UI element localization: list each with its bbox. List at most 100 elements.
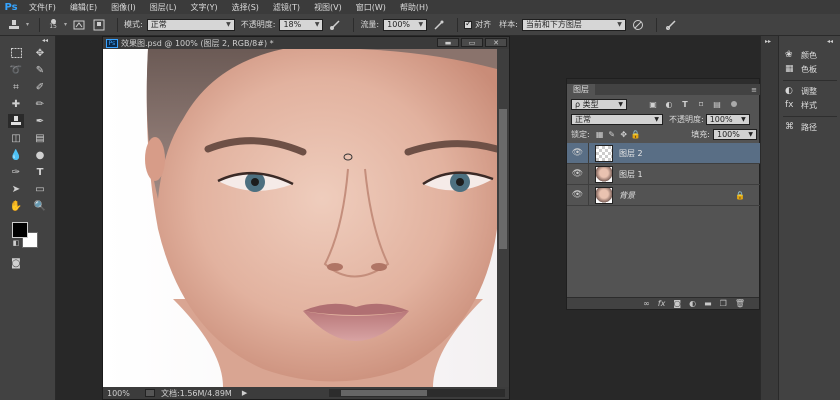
history-brush-tool-icon[interactable]: ✒	[32, 114, 48, 128]
layer-name[interactable]: 图层 1	[619, 169, 643, 180]
panel-adjustments[interactable]: ◐ 调整	[785, 84, 817, 98]
move-tool-icon[interactable]: ✥	[32, 46, 48, 60]
align-checkbox[interactable]: ✓	[464, 19, 473, 29]
horizontal-scrollbar[interactable]	[329, 389, 505, 397]
clone-stamp-tool-preset-icon[interactable]	[6, 18, 22, 32]
marquee-tool-icon[interactable]	[8, 46, 24, 60]
fill-input[interactable]: 100% ▼	[713, 128, 757, 140]
menu-image[interactable]: 图像(I)	[104, 2, 143, 13]
new-layer-icon[interactable]: ❐	[720, 299, 727, 308]
path-selection-tool-icon[interactable]: ➤	[8, 182, 24, 196]
blur-tool-icon[interactable]: 💧	[8, 148, 24, 162]
link-layers-icon[interactable]: ∞	[643, 299, 650, 308]
brush-tool-icon[interactable]: ✏	[32, 97, 48, 111]
lock-image-icon[interactable]: ✎	[606, 129, 618, 140]
eyedropper-tool-icon[interactable]: ✐	[32, 80, 48, 94]
layer-style-icon[interactable]: fx	[658, 299, 666, 308]
lasso-tool-icon[interactable]: ➰	[8, 63, 24, 77]
filter-pixel-icon[interactable]: ▣	[647, 99, 659, 110]
brush-panel-toggle-icon[interactable]	[71, 18, 87, 32]
panel-color[interactable]: ❀ 颜色	[785, 48, 817, 62]
clone-stamp-tool-icon[interactable]	[8, 114, 24, 128]
flow-input[interactable]: 100% ▼	[383, 18, 428, 31]
lock-all-icon[interactable]: 🔒	[630, 129, 642, 140]
lock-transparent-icon[interactable]: ▦	[594, 129, 606, 140]
layer-filter-select[interactable]: ρ 类型 ▼	[571, 98, 627, 110]
lock-position-icon[interactable]: ✥	[618, 129, 630, 140]
new-group-icon[interactable]: ▬	[704, 299, 712, 308]
blend-mode-select[interactable]: 正常 ▼	[571, 113, 663, 125]
layer-opacity-input[interactable]: 100% ▼	[705, 113, 750, 125]
status-menu-arrow-icon[interactable]: ▶	[242, 389, 247, 397]
new-adjustment-layer-icon[interactable]: ◐	[689, 299, 696, 308]
zoom-tool-icon[interactable]: 🔍	[32, 199, 48, 213]
layer-name[interactable]: 背景	[619, 190, 635, 201]
menu-layer[interactable]: 图层(L)	[143, 2, 184, 13]
eraser-tool-icon[interactable]: ◫	[8, 131, 24, 145]
ignore-adjustment-layers-icon[interactable]	[630, 18, 646, 32]
panel-swatches[interactable]: ▦ 色板	[785, 62, 817, 76]
collapse-toolbox-icon[interactable]: ◂◂	[42, 37, 48, 44]
pressure-size-icon[interactable]	[663, 18, 679, 32]
pen-tool-icon[interactable]: ✑	[8, 165, 24, 179]
quick-selection-tool-icon[interactable]: ✎	[32, 63, 48, 77]
styles-icon: fx	[785, 100, 794, 110]
add-mask-icon[interactable]: ◙	[673, 299, 681, 308]
filter-smart-object-icon[interactable]: ▤	[711, 99, 723, 110]
minimize-icon[interactable]: ▬	[437, 38, 459, 47]
layer-row-layer-1[interactable]: 👁 图层 1	[567, 163, 761, 185]
panel-paths[interactable]: ⌘ 路径	[785, 120, 817, 134]
opacity-input[interactable]: 18% ▼	[279, 18, 324, 31]
filter-toggle-icon[interactable]	[731, 101, 737, 107]
rectangle-tool-icon[interactable]: ▭	[32, 182, 48, 196]
quick-mask-icon[interactable]: ◙	[8, 256, 24, 270]
menu-help[interactable]: 帮助(H)	[393, 2, 435, 13]
panel-dock: ◂◂ ❀ 颜色 ▦ 色板 ◐ 调整 fx 样式 ⌘ 路径	[778, 36, 840, 400]
filter-adjustment-icon[interactable]: ◐	[663, 99, 675, 110]
panel-styles[interactable]: fx 样式	[785, 98, 817, 112]
vertical-scrollbar[interactable]	[497, 49, 509, 387]
layer-row-background[interactable]: 👁 背景 🔒	[567, 184, 761, 206]
pressure-opacity-icon[interactable]	[327, 18, 343, 32]
crop-tool-icon[interactable]: ⌗	[8, 80, 24, 94]
image-canvas[interactable]	[103, 49, 497, 387]
status-options-icon[interactable]	[145, 389, 155, 397]
clone-source-panel-icon[interactable]	[91, 18, 107, 32]
menu-file[interactable]: 文件(F)	[22, 2, 63, 13]
collapse-dock-icon[interactable]: ◂◂	[827, 38, 833, 45]
filter-shape-icon[interactable]: ⌑	[695, 99, 707, 110]
document-tab[interactable]: Ps 效果图.psd @ 100% (图层 2, RGB/8#) * ▬ ▭ ✕	[103, 37, 509, 49]
maximize-icon[interactable]: ▭	[461, 38, 483, 47]
filter-type-icon[interactable]: T	[679, 99, 691, 110]
visibility-eye-icon[interactable]: 👁	[567, 184, 589, 206]
horizontal-scroll-thumb[interactable]	[341, 390, 427, 396]
layer-row-layer-2[interactable]: 👁 图层 2	[567, 142, 761, 164]
sample-select[interactable]: 当前和下方图层 ▼	[521, 18, 626, 31]
menu-edit[interactable]: 编辑(E)	[63, 2, 104, 13]
menu-window[interactable]: 窗口(W)	[349, 2, 393, 13]
panel-menu-icon[interactable]: ≡	[751, 86, 757, 94]
dodge-tool-icon[interactable]: ●	[32, 148, 48, 162]
menu-type[interactable]: 文字(Y)	[183, 2, 224, 13]
hand-tool-icon[interactable]: ✋	[8, 199, 24, 213]
gradient-tool-icon[interactable]: ▤	[32, 131, 48, 145]
portrait-photo	[103, 49, 497, 387]
delete-layer-icon[interactable]: 🗑	[735, 299, 745, 308]
healing-brush-tool-icon[interactable]: ✚	[8, 97, 24, 111]
default-colors-icon[interactable]: ◧	[8, 236, 24, 250]
mode-select[interactable]: 正常 ▼	[146, 18, 235, 31]
close-icon[interactable]: ✕	[485, 38, 507, 47]
menu-select[interactable]: 选择(S)	[225, 2, 266, 13]
menu-filter[interactable]: 滤镜(T)	[266, 2, 307, 13]
zoom-level[interactable]: 100%	[103, 389, 143, 398]
layer-name[interactable]: 图层 2	[619, 148, 643, 159]
brush-size-picker[interactable]: 15	[46, 18, 60, 32]
menu-view[interactable]: 视图(V)	[307, 2, 349, 13]
airbrush-icon[interactable]	[431, 18, 447, 32]
expand-panels-icon[interactable]: ▸▸	[765, 38, 771, 45]
tab-layers[interactable]: 图层	[567, 84, 595, 95]
type-tool-icon[interactable]: T	[32, 165, 48, 179]
visibility-eye-icon[interactable]: 👁	[567, 163, 589, 185]
visibility-eye-icon[interactable]: 👁	[567, 142, 589, 164]
vertical-scroll-thumb[interactable]	[499, 109, 507, 249]
